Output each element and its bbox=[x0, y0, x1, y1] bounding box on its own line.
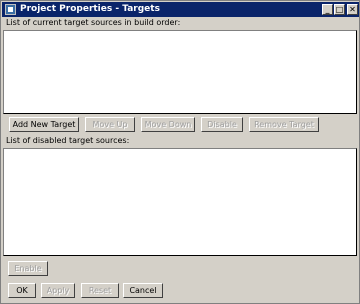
ok-button[interactable]: OK bbox=[8, 283, 36, 298]
close-icon[interactable]: ✕ bbox=[347, 4, 358, 15]
disabled-targets-label: List of disabled target sources: bbox=[3, 135, 358, 148]
disable-button[interactable]: Disable bbox=[201, 117, 243, 132]
cancel-button[interactable]: Cancel bbox=[123, 283, 163, 298]
current-targets-label: List of current target sources in build … bbox=[3, 17, 358, 30]
add-new-target-button[interactable]: Add New Target bbox=[9, 117, 79, 132]
app-icon bbox=[5, 4, 16, 15]
maximize-icon[interactable]: □ bbox=[334, 4, 345, 15]
move-up-button[interactable]: Move Up bbox=[85, 117, 135, 132]
enable-button[interactable]: Enable bbox=[8, 261, 48, 276]
remove-target-button[interactable]: Remove Target bbox=[249, 117, 319, 132]
window-title: Project Properties - Targets bbox=[20, 4, 160, 14]
title-bar[interactable]: Project Properties - Targets _ □ ✕ bbox=[2, 2, 359, 17]
move-down-button[interactable]: Move Down bbox=[141, 117, 195, 132]
reset-button[interactable]: Reset bbox=[81, 283, 119, 298]
current-targets-list[interactable] bbox=[3, 30, 357, 114]
disabled-targets-list[interactable] bbox=[3, 148, 357, 256]
minimize-icon[interactable]: _ bbox=[322, 4, 333, 15]
apply-button[interactable]: Apply bbox=[41, 283, 75, 298]
project-properties-window: Project Properties - Targets _ □ ✕ List … bbox=[0, 0, 360, 304]
